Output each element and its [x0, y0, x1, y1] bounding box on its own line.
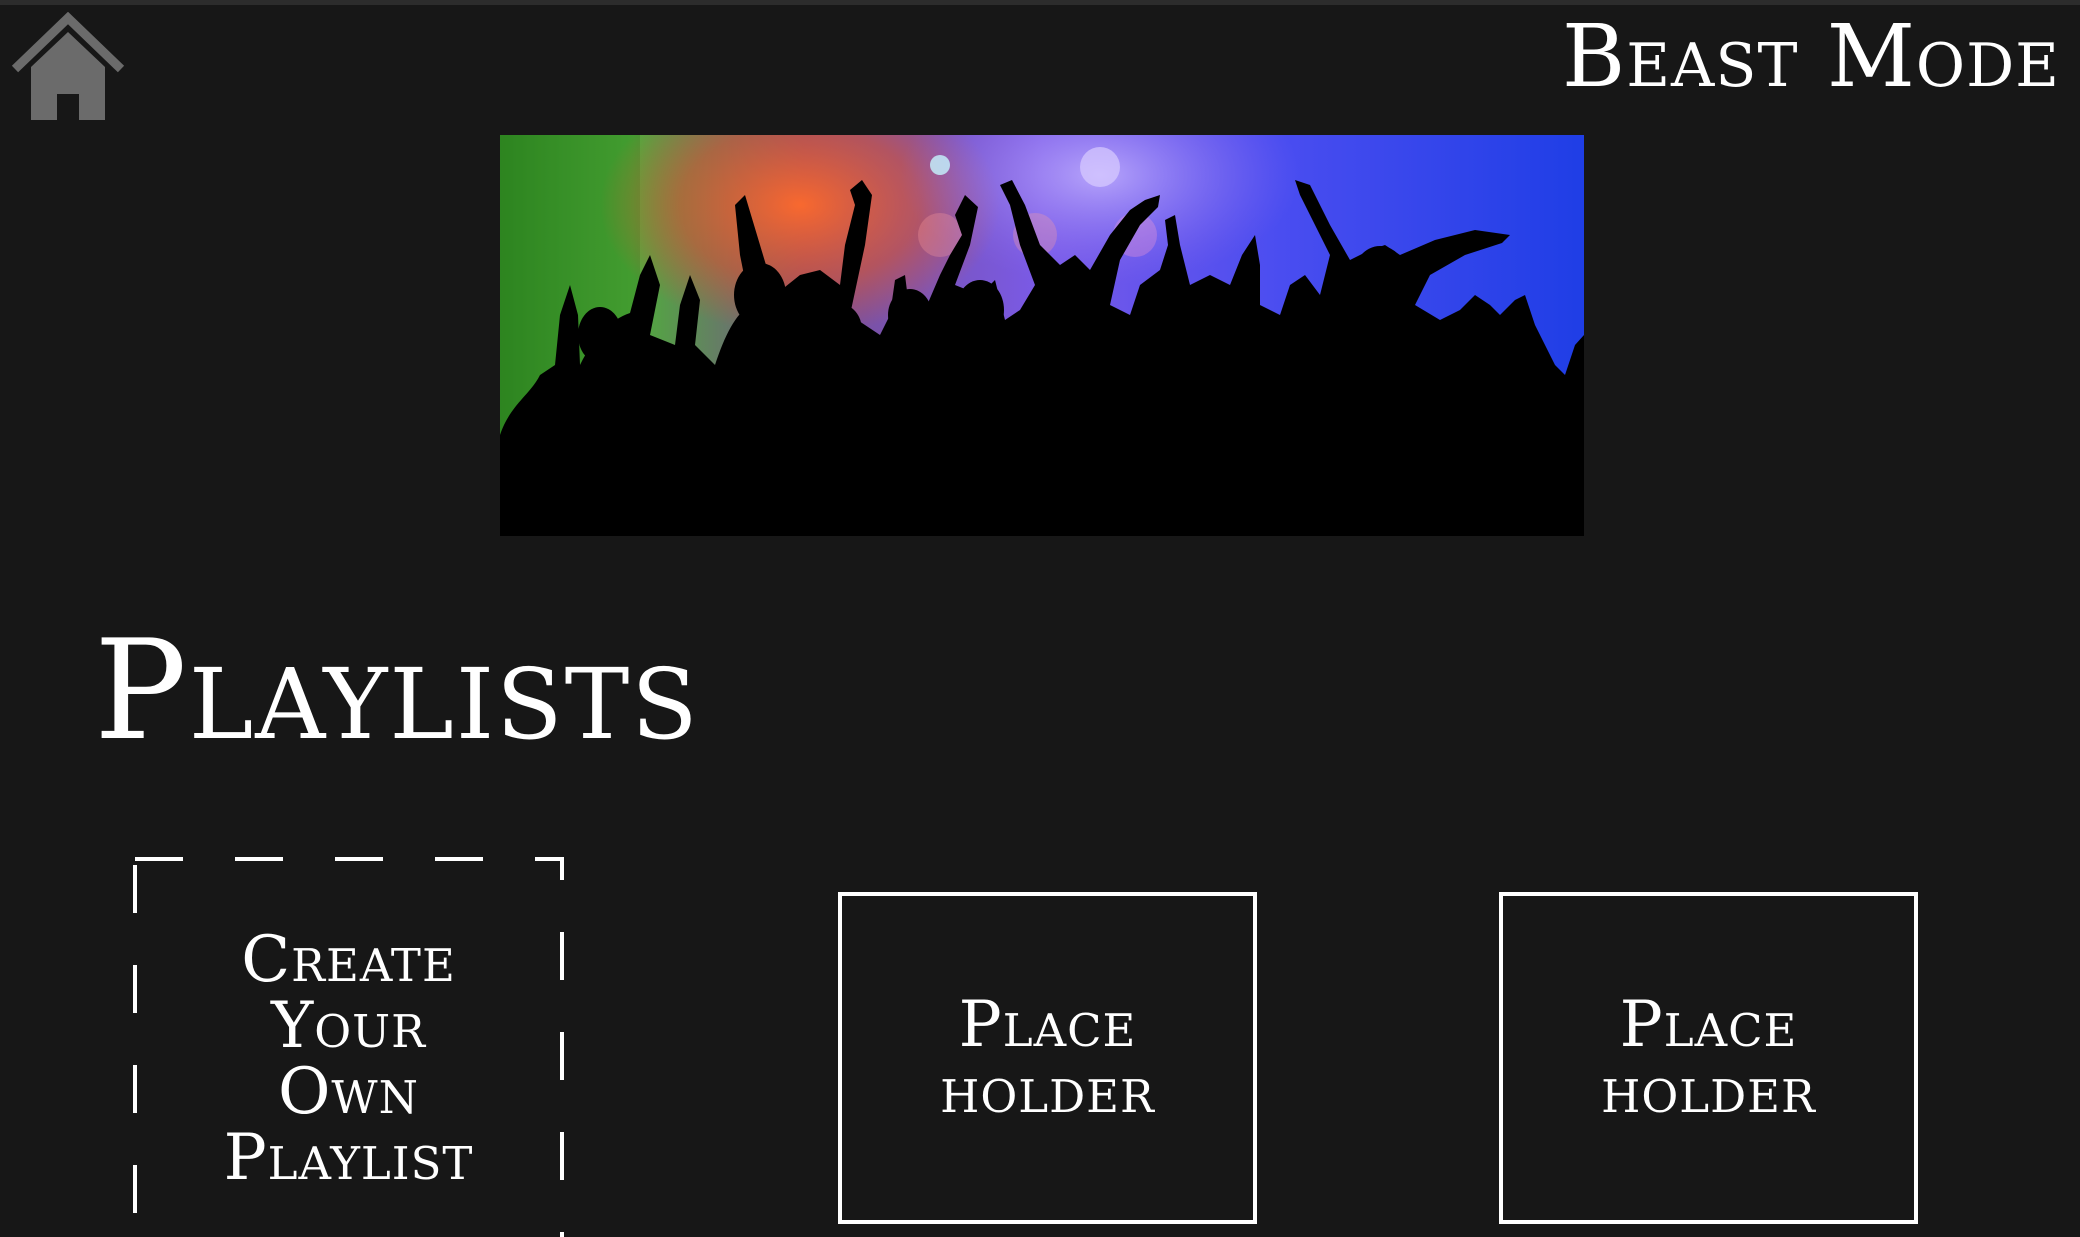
playlist-tile-label: Place holder — [940, 988, 1155, 1128]
create-playlist-tile[interactable]: Create Your Own Playlist — [133, 857, 564, 1237]
create-playlist-label: Create Your Own Playlist — [223, 923, 474, 1195]
playlist-tile[interactable]: Place holder — [838, 892, 1257, 1224]
home-icon — [11, 12, 125, 120]
top-edge-strip — [0, 0, 2080, 5]
home-button[interactable] — [11, 12, 125, 122]
playlist-tile-label: Place holder — [1601, 988, 1816, 1128]
hero-banner-image — [500, 135, 1584, 536]
playlist-tile[interactable]: Place holder — [1499, 892, 1918, 1224]
playlists-heading: Playlists — [94, 610, 700, 771]
app-brand-title: Beast Mode — [1562, 7, 2060, 107]
